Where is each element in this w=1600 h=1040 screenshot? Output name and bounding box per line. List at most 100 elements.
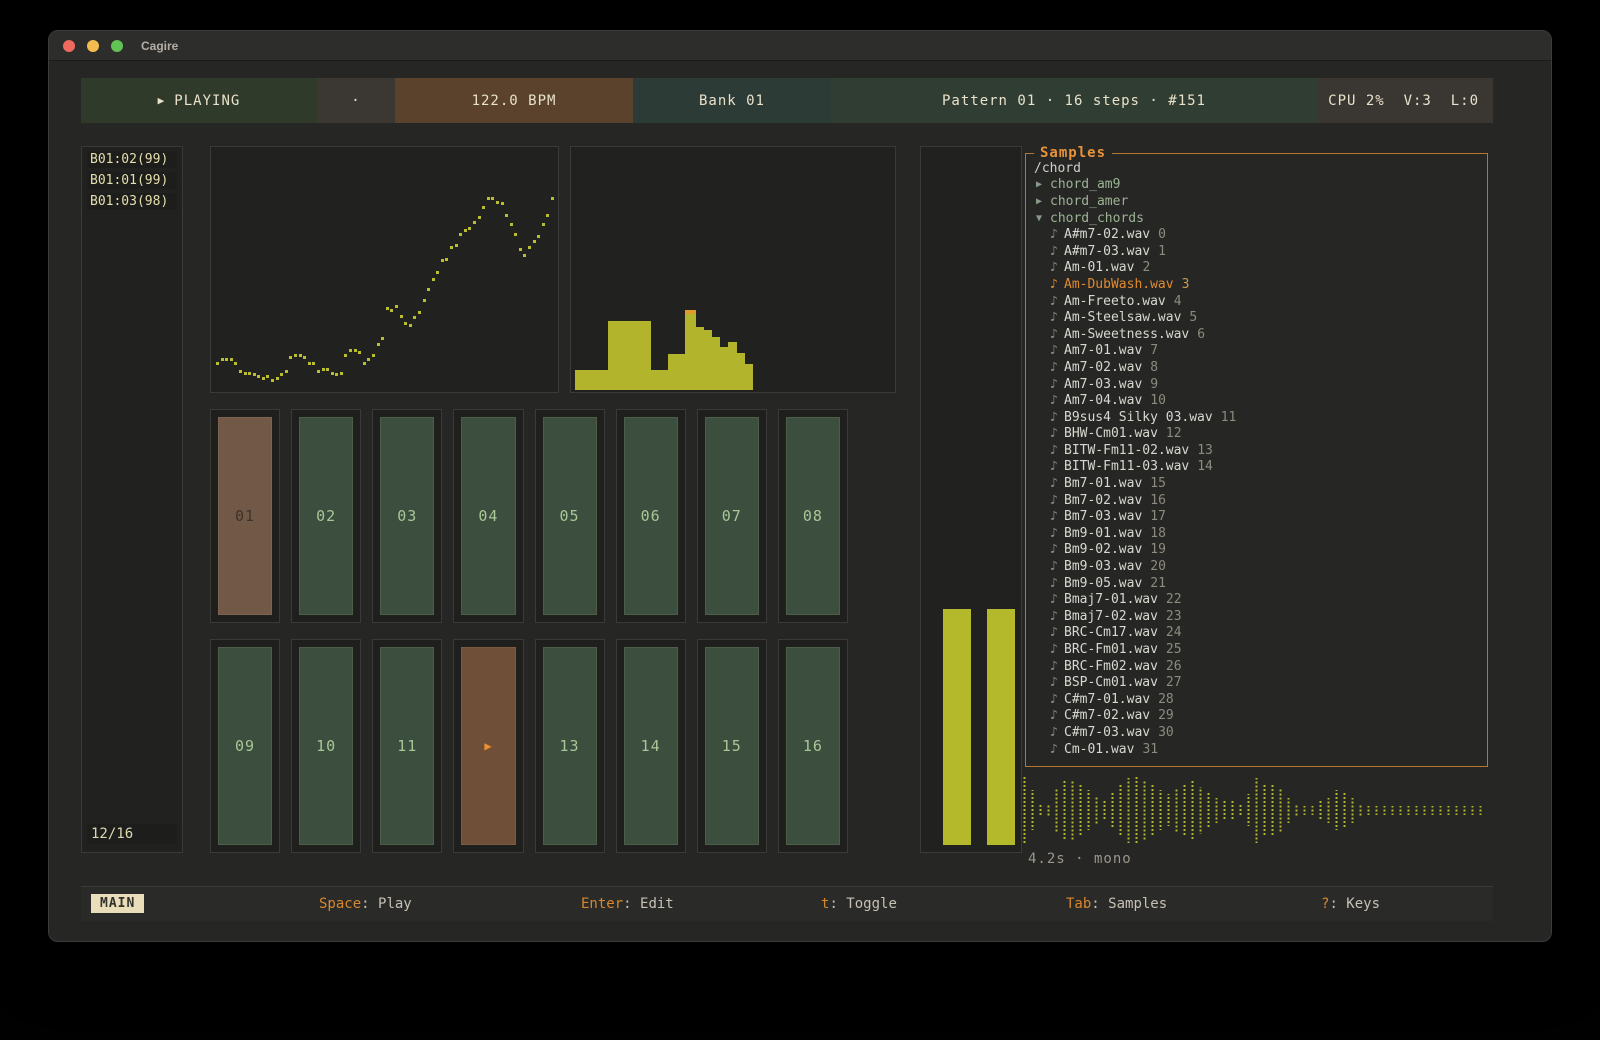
histogram-bar (696, 327, 704, 390)
pad-label: 05 (560, 507, 580, 525)
key-hint-keys: ?: Keys (1321, 896, 1380, 912)
sample-file-row[interactable]: ♪Am-Freeto.wav4 (1030, 293, 1483, 310)
chevron-right-icon: ▶ (1036, 196, 1050, 207)
sample-file-row[interactable]: ♪Bm9-05.wav21 (1030, 575, 1483, 592)
sample-file-row[interactable]: ♪Bmaj7-01.wav22 (1030, 591, 1483, 608)
scatter-point (294, 354, 297, 357)
statusbar-segment-tempo[interactable]: 122.0 BPM (395, 78, 633, 123)
sample-file-row[interactable]: ♪Am7-03.wav9 (1030, 376, 1483, 393)
pad-cell-02[interactable]: 02 (291, 409, 361, 623)
sample-file-row[interactable]: ♪Am-01.wav2 (1030, 260, 1483, 277)
sample-file-row[interactable]: ♪C#m7-03.wav30 (1030, 724, 1483, 741)
pad-cell-09[interactable]: 09 (210, 639, 280, 853)
pad-cell-12[interactable]: ▶ (453, 639, 523, 853)
sample-file-row[interactable]: ♪Am-Sweetness.wav6 (1030, 326, 1483, 343)
pad-cell-07[interactable]: 07 (697, 409, 767, 623)
sample-file-row[interactable]: ♪Bm7-02.wav16 (1030, 492, 1483, 509)
pad-01[interactable]: 01 (218, 417, 272, 615)
waveform-column (1222, 801, 1227, 819)
pad-16[interactable]: 16 (786, 647, 840, 845)
sample-file-row[interactable]: ♪Bm9-01.wav18 (1030, 525, 1483, 542)
pad-09[interactable]: 09 (218, 647, 272, 845)
pad-03[interactable]: 03 (380, 417, 434, 615)
pad-12[interactable]: ▶ (461, 647, 515, 845)
sample-file-row[interactable]: ♪Bm9-02.wav19 (1030, 542, 1483, 559)
histogram-bar (668, 354, 685, 390)
close-button[interactable] (63, 40, 75, 52)
sample-file-row[interactable]: ♪C#m7-02.wav29 (1030, 708, 1483, 725)
sample-file-row[interactable]: ♪Am-Steelsaw.wav5 (1030, 309, 1483, 326)
sample-file-row[interactable]: ♪Bmaj7-02.wav23 (1030, 608, 1483, 625)
pad-cell-10[interactable]: 10 (291, 639, 361, 853)
sample-file-row[interactable]: ♪Am7-01.wav7 (1030, 343, 1483, 360)
sample-file-row[interactable]: ♪Bm9-03.wav20 (1030, 558, 1483, 575)
scatter-point (473, 221, 476, 224)
sample-dir-row[interactable]: ▶chord_am9 (1030, 177, 1483, 194)
sample-file-row[interactable]: ♪BSP-Cm01.wav27 (1030, 674, 1483, 691)
pad-05[interactable]: 05 (543, 417, 597, 615)
scatter-point (289, 356, 292, 359)
sample-file-row[interactable]: ♪BRC-Cm17.wav24 (1030, 625, 1483, 642)
pad-cell-14[interactable]: 14 (616, 639, 686, 853)
waveform-column (1134, 776, 1139, 844)
histogram-bar (704, 330, 712, 390)
pad-cell-08[interactable]: 08 (778, 409, 848, 623)
pad-06[interactable]: 06 (624, 417, 678, 615)
pad-cell-13[interactable]: 13 (535, 639, 605, 853)
sample-file-row[interactable]: ♪A#m7-02.wav0 (1030, 226, 1483, 243)
sample-dir-row[interactable]: ▼chord_chords (1030, 210, 1483, 227)
pad-cell-11[interactable]: 11 (372, 639, 442, 853)
sample-dir-row[interactable]: ▶chord_amer (1030, 193, 1483, 210)
statusbar-segment-pattern[interactable]: Pattern 01 · 16 steps · #151 (831, 78, 1317, 123)
pad-cell-16[interactable]: 16 (778, 639, 848, 853)
pad-07[interactable]: 07 (705, 417, 759, 615)
sample-file-row[interactable]: ♪BRC-Fm02.wav26 (1030, 658, 1483, 675)
pad-10[interactable]: 10 (299, 647, 353, 845)
scatter-point (367, 358, 370, 361)
statusbar-segment-metro[interactable]: · (317, 78, 395, 123)
sample-file-row[interactable]: ♪BITW-Fm11-02.wav13 (1030, 442, 1483, 459)
sample-file-row[interactable]: ♪Am7-04.wav10 (1030, 392, 1483, 409)
maximize-button[interactable] (111, 40, 123, 52)
statusbar-segment-transport[interactable]: ▶PLAYING (81, 78, 317, 123)
pad-11[interactable]: 11 (380, 647, 434, 845)
minimize-button[interactable] (87, 40, 99, 52)
sample-file-row[interactable]: ♪Am-DubWash.wav3 (1030, 276, 1483, 293)
pad-13[interactable]: 13 (543, 647, 597, 845)
pad-15[interactable]: 15 (705, 647, 759, 845)
scatter-point (331, 372, 334, 375)
sample-file-name: Am-01.wav (1064, 260, 1134, 275)
pad-04[interactable]: 04 (461, 417, 515, 615)
histogram-bar (575, 370, 608, 390)
scatter-point (427, 288, 430, 291)
pad-cell-05[interactable]: 05 (535, 409, 605, 623)
sample-file-row[interactable]: ♪BRC-Fm01.wav25 (1030, 641, 1483, 658)
sample-file-name: C#m7-02.wav (1064, 708, 1150, 723)
sample-file-row[interactable]: ♪Bm7-01.wav15 (1030, 475, 1483, 492)
sample-file-row[interactable]: ♪C#m7-01.wav28 (1030, 691, 1483, 708)
pad-cell-15[interactable]: 15 (697, 639, 767, 853)
scatter-point (349, 349, 352, 352)
voices-panel: B01:02(99)B01:01(99)B01:03(98) 12/16 (81, 146, 183, 853)
sample-file-row[interactable]: ♪Cm-01.wav31 (1030, 741, 1483, 758)
sample-file-name: BHW-Cm01.wav (1064, 426, 1158, 441)
sample-dir-name: chord_chords (1050, 211, 1144, 226)
scatter-point (464, 229, 467, 232)
sample-file-row[interactable]: ♪A#m7-03.wav1 (1030, 243, 1483, 260)
sample-file-row[interactable]: ♪BHW-Cm01.wav12 (1030, 426, 1483, 443)
music-note-icon: ♪ (1050, 642, 1064, 657)
statusbar-segment-bank[interactable]: Bank 01 (633, 78, 831, 123)
pad-cell-01[interactable]: 01 (210, 409, 280, 623)
pad-cell-06[interactable]: 06 (616, 409, 686, 623)
pad-cell-04[interactable]: 04 (453, 409, 523, 623)
sample-file-row[interactable]: ♪B9sus4 Silky 03.wav11 (1030, 409, 1483, 426)
pad-08[interactable]: 08 (786, 417, 840, 615)
pad-02[interactable]: 02 (299, 417, 353, 615)
pad-label: 11 (397, 737, 417, 755)
sample-file-row[interactable]: ♪Am7-02.wav8 (1030, 359, 1483, 376)
sample-file-row[interactable]: ♪Bm7-03.wav17 (1030, 508, 1483, 525)
pad-14[interactable]: 14 (624, 647, 678, 845)
sample-file-name: A#m7-02.wav (1064, 227, 1150, 242)
sample-file-row[interactable]: ♪BITW-Fm11-03.wav14 (1030, 459, 1483, 476)
pad-cell-03[interactable]: 03 (372, 409, 442, 623)
